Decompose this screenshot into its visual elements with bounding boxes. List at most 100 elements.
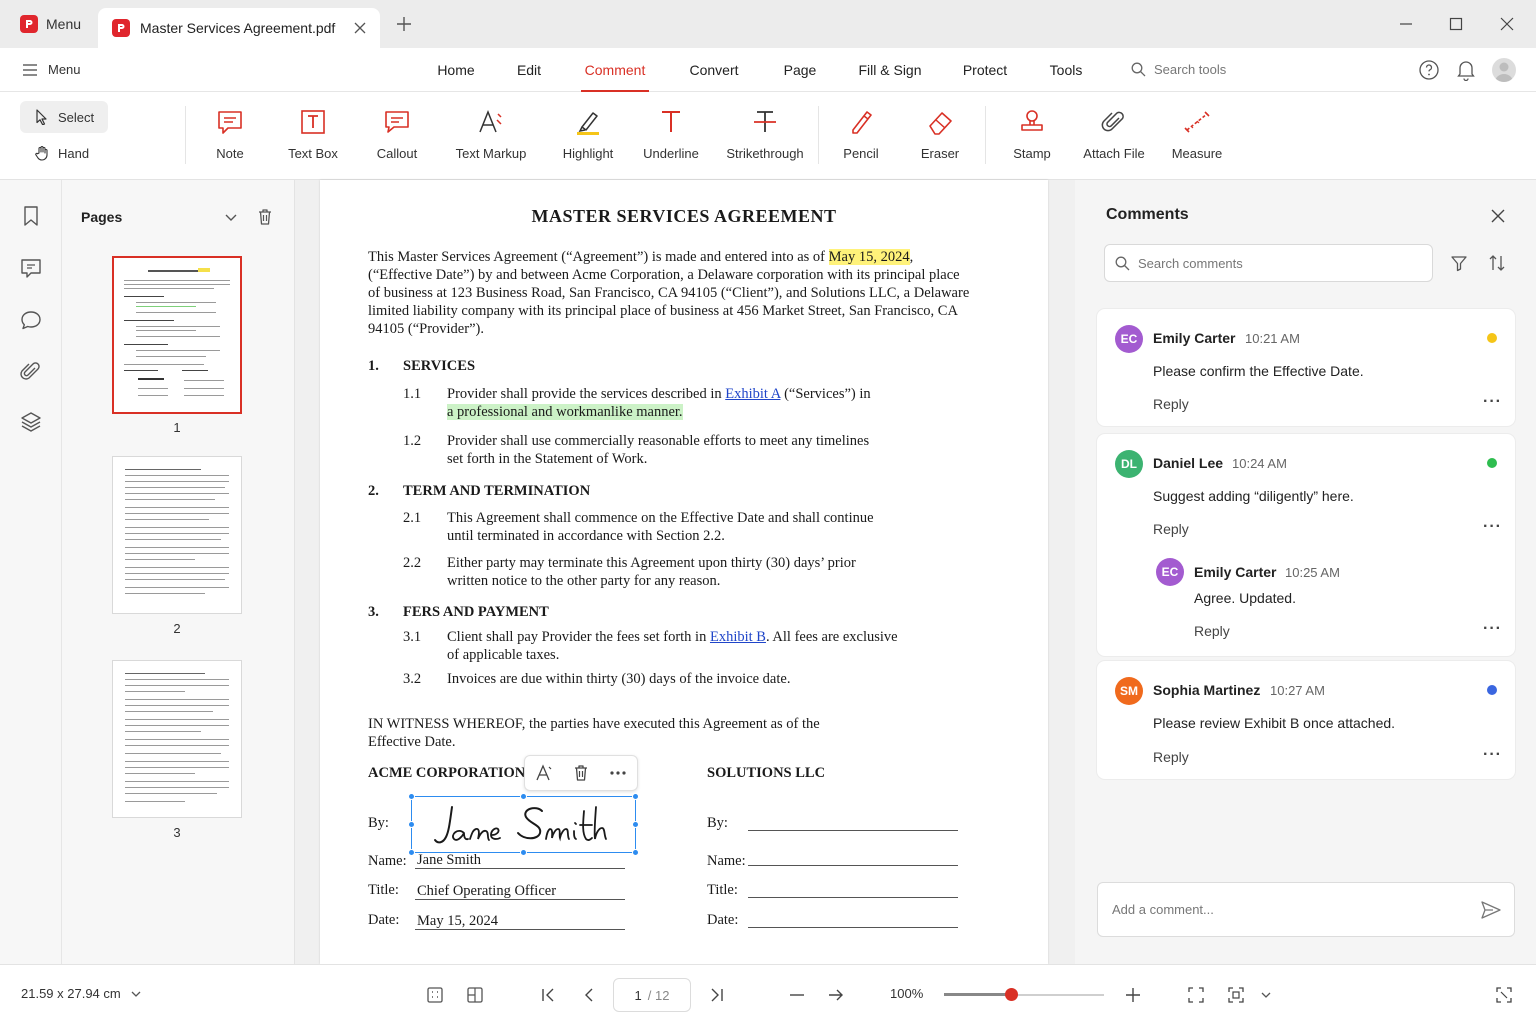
nav-convert[interactable]: Convert bbox=[684, 48, 744, 92]
sort-icon[interactable] bbox=[1488, 254, 1506, 272]
hamburger-menu-button[interactable]: Menu bbox=[22, 62, 81, 77]
right-title-field[interactable] bbox=[748, 880, 958, 898]
close-tab-icon[interactable] bbox=[354, 22, 366, 34]
highlighted-text[interactable]: a professional and workmanlike manner. bbox=[447, 404, 683, 420]
more-options-icon[interactable]: ··· bbox=[1483, 746, 1502, 764]
first-page-icon[interactable] bbox=[537, 984, 559, 1006]
zoom-in-icon[interactable] bbox=[1122, 984, 1144, 1006]
nav-edit[interactable]: Edit bbox=[511, 48, 547, 92]
eraser-tool-button[interactable]: Eraser bbox=[898, 106, 982, 166]
attach-file-tool-button[interactable]: Attach File bbox=[1072, 106, 1156, 166]
arrow-right-icon[interactable] bbox=[825, 984, 847, 1006]
delete-page-icon[interactable] bbox=[257, 208, 273, 226]
text-box-tool-button[interactable]: Text Box bbox=[271, 106, 355, 166]
attachments-icon[interactable] bbox=[19, 360, 43, 384]
reply-button[interactable]: Reply bbox=[1194, 623, 1230, 639]
zoom-slider[interactable] bbox=[944, 988, 1104, 1001]
select-tool-button[interactable]: Select bbox=[20, 101, 109, 133]
page-thumbnail-2[interactable] bbox=[112, 456, 242, 614]
annotation-list-icon[interactable] bbox=[19, 256, 43, 280]
strikethrough-tool-button[interactable]: Strikethrough bbox=[723, 106, 807, 166]
text-style-icon[interactable] bbox=[535, 764, 553, 782]
resize-handle[interactable] bbox=[632, 849, 639, 856]
comment-card[interactable]: EC Emily Carter 10:21 AM Please confirm … bbox=[1097, 309, 1515, 426]
fullscreen-icon[interactable] bbox=[1493, 984, 1515, 1006]
nav-tools[interactable]: Tools bbox=[1045, 48, 1087, 92]
chevron-down-icon[interactable] bbox=[225, 212, 237, 222]
two-page-view-icon[interactable] bbox=[464, 984, 486, 1006]
zoom-slider-handle[interactable] bbox=[1005, 988, 1019, 1001]
signature-annotation[interactable] bbox=[408, 793, 639, 856]
nav-home[interactable]: Home bbox=[432, 48, 480, 92]
maximize-icon[interactable] bbox=[1444, 12, 1468, 36]
close-panel-icon[interactable] bbox=[1491, 209, 1505, 223]
exhibit-a-link[interactable]: Exhibit A bbox=[725, 386, 780, 402]
chevron-down-icon[interactable] bbox=[1255, 984, 1277, 1006]
user-avatar[interactable] bbox=[1492, 58, 1516, 82]
single-page-view-icon[interactable] bbox=[424, 984, 446, 1006]
left-title-field[interactable]: Chief Operating Officer bbox=[415, 882, 625, 900]
page-number-input[interactable]: 1 / 12 bbox=[613, 978, 691, 1012]
filter-icon[interactable] bbox=[1450, 254, 1468, 272]
new-tab-icon[interactable] bbox=[396, 16, 412, 32]
highlight-tool-button[interactable]: Highlight bbox=[546, 106, 630, 166]
stamp-tool-button[interactable]: Stamp bbox=[990, 106, 1074, 166]
comment-bubble-icon[interactable] bbox=[19, 308, 43, 332]
nav-fill-sign[interactable]: Fill & Sign bbox=[855, 48, 925, 92]
document-tab[interactable]: Master Services Agreement.pdf bbox=[98, 8, 380, 48]
minimize-icon[interactable] bbox=[1394, 12, 1418, 36]
send-icon[interactable] bbox=[1481, 901, 1501, 919]
hand-tool-button[interactable]: Hand bbox=[20, 137, 103, 169]
text-markup-tool-button[interactable]: Text Markup bbox=[449, 106, 533, 166]
reply-button[interactable]: Reply bbox=[1153, 396, 1189, 412]
search-comments-input[interactable]: Search comments bbox=[1104, 244, 1433, 282]
pencil-tool-button[interactable]: Pencil bbox=[819, 106, 903, 166]
page-thumbnail-3[interactable] bbox=[112, 660, 242, 818]
previous-page-icon[interactable] bbox=[578, 984, 600, 1006]
reply-button[interactable]: Reply bbox=[1153, 749, 1189, 765]
fit-width-icon[interactable] bbox=[1225, 984, 1247, 1006]
intro-line-4: limited liability company with its princ… bbox=[368, 303, 958, 319]
more-options-icon[interactable]: ··· bbox=[1483, 620, 1502, 638]
add-comment-input[interactable]: Add a comment... bbox=[1097, 882, 1515, 937]
page-size-selector[interactable]: 21.59 x 27.94 cm bbox=[21, 986, 141, 1001]
resize-handle[interactable] bbox=[520, 849, 527, 856]
more-options-icon[interactable] bbox=[609, 770, 627, 776]
resize-handle[interactable] bbox=[632, 821, 639, 828]
resize-handle[interactable] bbox=[408, 849, 415, 856]
measure-tool-button[interactable]: Measure bbox=[1155, 106, 1239, 166]
reply-button[interactable]: Reply bbox=[1153, 521, 1189, 537]
fit-page-icon[interactable] bbox=[1185, 984, 1207, 1006]
highlighted-date[interactable]: May 15, 2024 bbox=[828, 249, 910, 265]
resize-handle[interactable] bbox=[408, 821, 415, 828]
right-date-field[interactable] bbox=[748, 910, 958, 928]
left-date-field[interactable]: May 15, 2024 bbox=[415, 912, 625, 930]
underline-tool-button[interactable]: Underline bbox=[629, 106, 713, 166]
resize-handle[interactable] bbox=[632, 793, 639, 800]
last-page-icon[interactable] bbox=[706, 984, 728, 1006]
app-menu-button[interactable]: Menu bbox=[10, 9, 91, 39]
close-window-icon[interactable] bbox=[1495, 12, 1519, 36]
comment-card[interactable]: SM Sophia Martinez 10:27 AM Please revie… bbox=[1097, 661, 1515, 779]
resize-handle[interactable] bbox=[520, 793, 527, 800]
zoom-out-icon[interactable] bbox=[786, 984, 808, 1006]
bookmark-icon[interactable] bbox=[19, 204, 43, 228]
right-name-field[interactable] bbox=[748, 848, 958, 866]
more-options-icon[interactable]: ··· bbox=[1483, 518, 1502, 536]
right-by-field[interactable] bbox=[748, 813, 958, 831]
nav-comment[interactable]: Comment bbox=[581, 48, 649, 92]
help-icon[interactable] bbox=[1418, 59, 1440, 81]
layers-icon[interactable] bbox=[19, 410, 43, 434]
nav-page[interactable]: Page bbox=[780, 48, 820, 92]
nav-protect[interactable]: Protect bbox=[957, 48, 1013, 92]
exhibit-b-link[interactable]: Exhibit B bbox=[710, 629, 766, 645]
comment-card[interactable]: DL Daniel Lee 10:24 AM Suggest adding “d… bbox=[1097, 434, 1515, 656]
callout-tool-button[interactable]: Callout bbox=[355, 106, 439, 166]
delete-annotation-icon[interactable] bbox=[573, 764, 589, 782]
search-tools-field[interactable]: Search tools bbox=[1131, 62, 1226, 77]
more-options-icon[interactable]: ··· bbox=[1483, 393, 1502, 411]
note-tool-button[interactable]: Note bbox=[188, 106, 272, 166]
page-thumbnail-1[interactable] bbox=[112, 256, 242, 414]
resize-handle[interactable] bbox=[408, 793, 415, 800]
notification-bell-icon[interactable] bbox=[1456, 59, 1476, 81]
